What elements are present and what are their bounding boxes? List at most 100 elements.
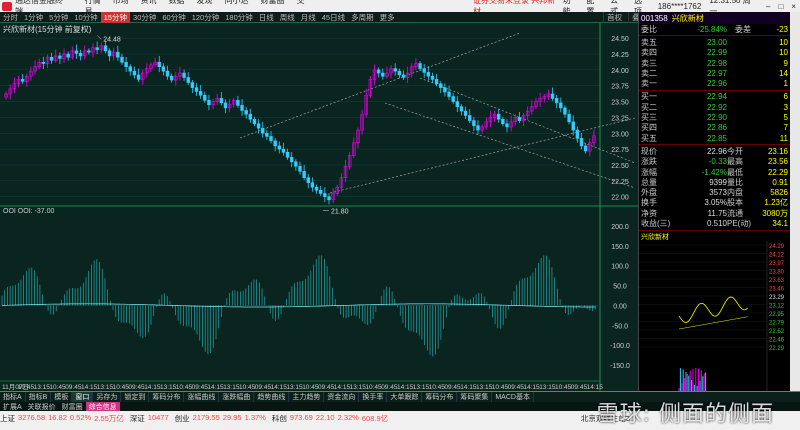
time-tick: 09:45 <box>128 384 145 391</box>
indicator-tab-2[interactable]: 模板 <box>51 392 73 402</box>
menu-item-0[interactable]: 行情 <box>85 0 101 5</box>
candle-body <box>182 72 186 78</box>
menu-item-3[interactable]: 数据 <box>169 0 185 5</box>
candle-body <box>426 72 431 77</box>
stat-row: 涨跌 -0.33 最高 23.56 <box>639 157 790 167</box>
time-tick: 10:45 <box>492 384 509 391</box>
indicator-tab-9[interactable]: 趋势曲线 <box>254 392 290 402</box>
account-label[interactable]: 186****1762 <box>658 2 702 11</box>
menu-item-2[interactable]: 资讯 <box>141 0 157 5</box>
mini-intraday-chart[interactable]: 24.29 24.12 23.97 23.80 23.63 23.46 23.29 23.12… <box>639 240 789 391</box>
candle-body <box>20 79 25 82</box>
indicator-tab-15[interactable]: 筹码聚集 <box>457 392 493 402</box>
sub-tab-2[interactable]: 财富圈 <box>59 402 86 412</box>
candle-body <box>418 63 422 69</box>
index-value: 2179.55 <box>192 413 220 422</box>
timeframe-6[interactable]: 60分钟 <box>159 12 188 23</box>
index-segment[interactable]: 上证 3276.58 16.82 0.52% 2.55万亿 <box>0 413 124 424</box>
close-icon[interactable]: × <box>791 2 796 11</box>
indicator-tab-0[interactable]: 指标A <box>0 392 26 402</box>
quote-panel: 001358 兴欣新材 委比 -25.84% 委差 -23 卖五 23.00 10 卖… <box>638 12 790 391</box>
price-tick: 24.50 <box>611 36 629 43</box>
mini-price-tick: 22.79 <box>769 320 785 326</box>
indicator-tab-11[interactable]: 资金流向 <box>324 392 360 402</box>
indicator-tab-3[interactable]: 窗口 <box>72 392 94 402</box>
stat-row: 净资 11.75 流通 3080万 <box>639 208 790 218</box>
time-tick: 14:15 <box>144 384 161 391</box>
mini-avg-line <box>678 316 748 329</box>
candle-body <box>169 75 174 81</box>
index-value: 2.55万亿 <box>94 414 124 423</box>
indicator-tab-4[interactable]: 另存为 <box>93 392 122 402</box>
timeframe-7[interactable]: 120分钟 <box>189 12 223 23</box>
time-tick: 09:45 <box>65 384 82 391</box>
stat-value-2: 5826 <box>770 188 788 198</box>
indicator-tab-5[interactable]: 锁定到 <box>121 392 150 402</box>
stat-value: 0.510 <box>706 218 727 228</box>
menu-item-5[interactable]: 同小达 <box>225 0 249 5</box>
quote-header: 001358 兴欣新材 <box>639 12 790 24</box>
indicator-tab-12[interactable]: 换手率 <box>359 392 388 402</box>
indicator-tab-14[interactable]: 筹码分布 <box>422 392 458 402</box>
candle-body <box>261 127 265 134</box>
time-tick: 13:15 <box>160 384 177 391</box>
timeframe-13[interactable]: 多周期 <box>348 12 377 23</box>
timeframe-11[interactable]: 月线 <box>298 12 319 23</box>
timeframe-14[interactable]: 更多 <box>377 12 398 23</box>
candle-body <box>248 113 253 120</box>
index-segment[interactable]: 深证 10477 <box>130 413 169 424</box>
indicator-tab-6[interactable]: 筹码分布 <box>149 392 185 402</box>
indicator-tab-10[interactable]: 主力趋势 <box>289 392 325 402</box>
menu-item-1[interactable]: 市场 <box>113 0 129 5</box>
candle-body <box>49 56 54 61</box>
index-segment[interactable]: 科创 973.69 22.10 2.32% 608.9亿 <box>272 413 388 424</box>
indicator-tab-16[interactable]: MACD基本 <box>492 392 534 402</box>
indicator-tab-8[interactable]: 涨跌幅曲 <box>219 392 255 402</box>
minimize-icon[interactable]: – <box>766 2 770 11</box>
indicator-tab-13[interactable]: 大单跟踪 <box>387 392 423 402</box>
candle-body <box>290 157 294 163</box>
sub-tab-1[interactable]: 关联报价 <box>25 402 59 412</box>
stock-code: 001358 <box>641 13 668 23</box>
ask-price: 22.97 <box>706 68 727 78</box>
candle-body <box>468 115 472 121</box>
timeframe-8[interactable]: 180分钟 <box>222 12 256 23</box>
timeframe-3[interactable]: 10分钟 <box>71 12 100 23</box>
candle-body <box>198 91 203 96</box>
index-segment[interactable]: 创业 2179.55 29.95 1.37% <box>175 413 266 424</box>
timeframe-10[interactable]: 周线 <box>277 12 298 23</box>
title-bar: 通达信金融终端 行情市场资讯数据发现同小达财富圈交易 证券交易未登录 兴邦新材 … <box>0 0 800 16</box>
mini-price-tick: 22.95 <box>769 312 785 318</box>
bid-volume: 3 <box>783 102 788 112</box>
timeframe-12[interactable]: 45日线 <box>319 12 348 23</box>
index-value: 科创 <box>271 414 287 423</box>
timeframe-2[interactable]: 5分钟 <box>46 12 71 23</box>
time-tick: 10:45 <box>365 384 382 391</box>
maximize-icon[interactable]: □ <box>778 2 783 11</box>
timeframe-4[interactable]: 15分钟 <box>100 11 131 23</box>
vertical-scrollbar[interactable] <box>790 12 800 391</box>
timeframe-1[interactable]: 1分钟 <box>21 12 46 23</box>
sub-tab-0[interactable]: 扩展A <box>0 402 25 412</box>
indicator-tab-7[interactable]: 涨幅曲线 <box>184 392 220 402</box>
ask-price: 22.96 <box>706 79 727 89</box>
candle-body <box>277 145 282 150</box>
toolbar-right-0[interactable]: 首权 <box>603 11 625 23</box>
weibi-value: -25.84% <box>697 24 727 34</box>
price-tick: 24.00 <box>611 68 629 75</box>
timeframe-5[interactable]: 30分钟 <box>130 12 159 23</box>
index-value: 608.9亿 <box>361 414 389 423</box>
timeframe-9[interactable]: 日线 <box>256 12 277 23</box>
index-value: 创业 <box>174 414 190 423</box>
candle-body <box>302 171 306 178</box>
osc-tick: -50.0 <box>612 323 628 330</box>
menu-item-6[interactable]: 财富圈 <box>261 0 285 5</box>
candle-body <box>136 74 141 80</box>
candle-body <box>78 53 83 57</box>
sub-tab-3[interactable]: 综合信息 <box>85 401 120 412</box>
mini-price-tick: 23.97 <box>769 261 785 267</box>
menu-item-4[interactable]: 发现 <box>197 0 213 5</box>
timeframe-0[interactable]: 分时 <box>0 12 21 23</box>
kline-chart[interactable]: 兴欣新材(15分钟 前复权) 24.48 21.80 24.50 24.25 24.0… <box>0 23 638 391</box>
indicator-tab-1[interactable]: 指标B <box>26 392 52 402</box>
